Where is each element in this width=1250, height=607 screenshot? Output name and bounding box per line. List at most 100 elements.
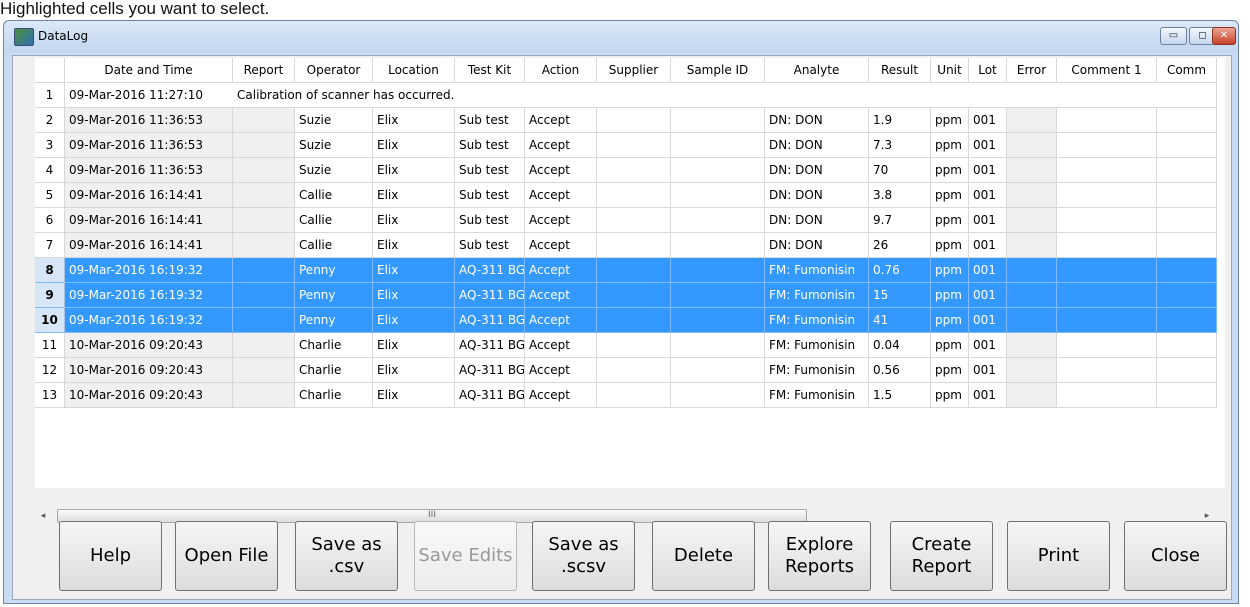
table-cell[interactable] (671, 208, 765, 233)
row-number[interactable]: 4 (35, 158, 65, 183)
table-cell[interactable]: AQ-311 BG (455, 258, 525, 283)
table-cell[interactable] (1157, 308, 1217, 333)
table-cell[interactable] (1157, 133, 1217, 158)
table-cell[interactable] (597, 383, 671, 408)
column-header[interactable]: Test Kit (455, 58, 525, 83)
column-header[interactable]: Result (869, 58, 931, 83)
table-cell[interactable] (1057, 333, 1157, 358)
calibration-note[interactable]: Calibration of scanner has occurred. (233, 83, 1217, 108)
table-cell[interactable]: FM: Fumonisin (765, 308, 869, 333)
column-header[interactable]: Comm (1157, 58, 1217, 83)
table-cell[interactable]: 09-Mar-2016 16:14:41 (65, 183, 233, 208)
data-grid[interactable]: Date and Time Report Operator Location Test … (35, 58, 1225, 488)
table-cell[interactable]: 3.8 (869, 183, 931, 208)
column-header[interactable]: Supplier (597, 58, 671, 83)
table-cell[interactable] (671, 183, 765, 208)
table-cell[interactable]: Elix (373, 208, 455, 233)
table-cell[interactable]: FM: Fumonisin (765, 283, 869, 308)
table-cell[interactable] (1007, 333, 1057, 358)
table-cell[interactable]: 001 (969, 358, 1007, 383)
table-cell[interactable] (1007, 208, 1057, 233)
table-cell[interactable]: Penny (295, 308, 373, 333)
column-header[interactable]: Analyte (765, 58, 869, 83)
table-cell[interactable] (233, 158, 295, 183)
table-cell[interactable]: Suzie (295, 133, 373, 158)
table-cell[interactable] (233, 308, 295, 333)
table-cell[interactable]: Penny (295, 258, 373, 283)
table-cell[interactable] (597, 108, 671, 133)
table-cell[interactable]: ppm (931, 208, 969, 233)
row-number[interactable]: 2 (35, 108, 65, 133)
table-cell[interactable]: 0.76 (869, 258, 931, 283)
table-cell[interactable] (1057, 108, 1157, 133)
close-window-button[interactable]: ✕ (1212, 27, 1236, 45)
table-cell[interactable]: ppm (931, 308, 969, 333)
table-cell[interactable]: 001 (969, 233, 1007, 258)
table-cell[interactable] (1007, 283, 1057, 308)
table-cell[interactable]: Elix (373, 283, 455, 308)
table-cell[interactable]: Accept (525, 258, 597, 283)
table-cell[interactable]: Accept (525, 333, 597, 358)
table-cell[interactable] (671, 333, 765, 358)
table-cell[interactable]: Callie (295, 183, 373, 208)
table-cell[interactable] (671, 308, 765, 333)
table-cell[interactable] (1007, 108, 1057, 133)
table-cell[interactable] (1157, 183, 1217, 208)
table-cell[interactable]: Suzie (295, 158, 373, 183)
table-cell[interactable]: Accept (525, 108, 597, 133)
table-cell[interactable] (597, 283, 671, 308)
table-cell[interactable]: Elix (373, 183, 455, 208)
table-cell[interactable]: ppm (931, 158, 969, 183)
table-cell[interactable]: Sub test (455, 208, 525, 233)
table-cell[interactable] (1157, 383, 1217, 408)
table-cell[interactable] (671, 158, 765, 183)
column-header[interactable]: Comment 1 (1057, 58, 1157, 83)
table-cell[interactable] (597, 208, 671, 233)
table-cell[interactable]: ppm (931, 108, 969, 133)
table-cell[interactable]: Elix (373, 108, 455, 133)
save-scsv-button[interactable]: Save as .scsv (532, 521, 635, 591)
explore-reports-button[interactable]: Explore Reports (768, 521, 871, 591)
table-row[interactable]: 10 09-Mar-2016 16:19:32 Penny Elix AQ-311 BG… (35, 308, 1225, 333)
table-cell[interactable] (1057, 383, 1157, 408)
table-cell[interactable]: Sub test (455, 233, 525, 258)
table-cell[interactable] (597, 358, 671, 383)
scroll-left-icon[interactable]: ◂ (35, 508, 51, 524)
table-cell[interactable]: DN: DON (765, 208, 869, 233)
table-cell[interactable]: 10-Mar-2016 09:20:43 (65, 358, 233, 383)
table-cell[interactable]: 09-Mar-2016 16:19:32 (65, 258, 233, 283)
table-cell[interactable]: 09-Mar-2016 16:14:41 (65, 233, 233, 258)
column-header[interactable]: Location (373, 58, 455, 83)
close-button[interactable]: Close (1124, 521, 1227, 591)
table-cell[interactable]: Elix (373, 233, 455, 258)
table-cell[interactable] (233, 283, 295, 308)
table-cell[interactable]: 09-Mar-2016 16:19:32 (65, 283, 233, 308)
table-cell[interactable] (1007, 158, 1057, 183)
table-cell[interactable] (1057, 258, 1157, 283)
table-cell[interactable] (233, 258, 295, 283)
table-cell[interactable]: DN: DON (765, 183, 869, 208)
table-cell[interactable] (1157, 233, 1217, 258)
table-row[interactable]: 2 09-Mar-2016 11:36:53 Suzie Elix Sub test Ac… (35, 108, 1225, 133)
table-cell[interactable]: 001 (969, 208, 1007, 233)
table-cell[interactable]: FM: Fumonisin (765, 358, 869, 383)
table-cell[interactable] (1057, 358, 1157, 383)
table-cell[interactable]: Sub test (455, 158, 525, 183)
table-cell[interactable] (1057, 158, 1157, 183)
table-cell[interactable]: Sub test (455, 133, 525, 158)
table-cell[interactable] (233, 233, 295, 258)
print-button[interactable]: Print (1007, 521, 1110, 591)
row-number[interactable]: 11 (35, 333, 65, 358)
table-cell[interactable]: 15 (869, 283, 931, 308)
table-cell[interactable]: AQ-311 BG (455, 333, 525, 358)
table-cell[interactable]: Accept (525, 233, 597, 258)
table-cell[interactable] (1157, 283, 1217, 308)
table-cell[interactable]: Callie (295, 208, 373, 233)
table-cell[interactable]: 0.56 (869, 358, 931, 383)
table-cell[interactable] (1157, 358, 1217, 383)
table-cell[interactable] (597, 333, 671, 358)
table-cell[interactable] (597, 258, 671, 283)
table-cell[interactable] (671, 283, 765, 308)
table-cell[interactable]: ppm (931, 283, 969, 308)
table-row[interactable]: 7 09-Mar-2016 16:14:41 Callie Elix Sub test A… (35, 233, 1225, 258)
